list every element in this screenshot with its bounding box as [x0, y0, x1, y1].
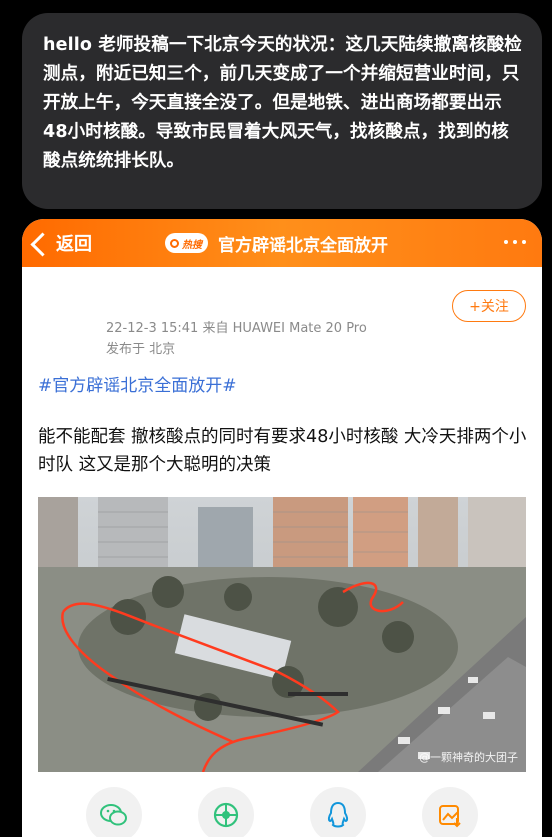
weibo-screenshot-card: 返回 热搜 官方辟谣北京全面放开 +关注 22-12-3 15:41 来自 HU… — [22, 219, 542, 837]
message-bubble: hello 老师投稿一下北京今天的状况：这几天陆续撤离核酸检测点，附近已知三个，… — [22, 13, 542, 209]
topic-title: 热搜 官方辟谣北京全面放开 — [165, 229, 388, 257]
save-image-button[interactable] — [422, 787, 478, 837]
share-moments-button[interactable] — [198, 787, 254, 837]
moments-icon — [213, 802, 239, 828]
hot-badge-label: 热搜 — [182, 239, 202, 251]
page-title: 官方辟谣北京全面放开 — [218, 235, 388, 256]
photo-watermark: @一颗神奇的大团子 — [419, 751, 518, 764]
post-timestamp-device: 22-12-3 15:41 来自 HUAWEI Mate 20 Pro — [106, 321, 367, 336]
message-text: hello 老师投稿一下北京今天的状况：这几天陆续撤离核酸检测点，附近已知三个，… — [43, 35, 522, 171]
top-bar: 返回 热搜 官方辟谣北京全面放开 — [22, 219, 542, 267]
follow-button[interactable]: +关注 — [452, 290, 526, 322]
hashtag-link[interactable]: #官方辟谣北京全面放开# — [38, 371, 237, 396]
share-bar — [22, 787, 542, 837]
more-options-icon[interactable] — [504, 240, 526, 244]
search-icon — [170, 238, 179, 248]
post-body: 能不能配套 撤核酸点的同时有要求48小时核酸 大冷天排两个小时队 这又是那个大聪… — [38, 427, 527, 475]
chevron-left-icon — [30, 231, 55, 257]
share-wechat-button[interactable] — [86, 787, 142, 837]
post-location: 发布于 北京 — [106, 342, 176, 357]
back-button[interactable]: 返回 — [30, 227, 92, 259]
back-label: 返回 — [56, 234, 92, 255]
save-image-icon — [439, 805, 461, 828]
hot-search-badge: 热搜 — [165, 233, 208, 253]
wechat-icon — [100, 804, 127, 826]
street-queue-photo — [38, 497, 526, 772]
qq-icon — [327, 801, 349, 828]
share-qq-button[interactable] — [310, 787, 366, 837]
post-photo[interactable]: @一颗神奇的大团子 — [38, 497, 526, 772]
